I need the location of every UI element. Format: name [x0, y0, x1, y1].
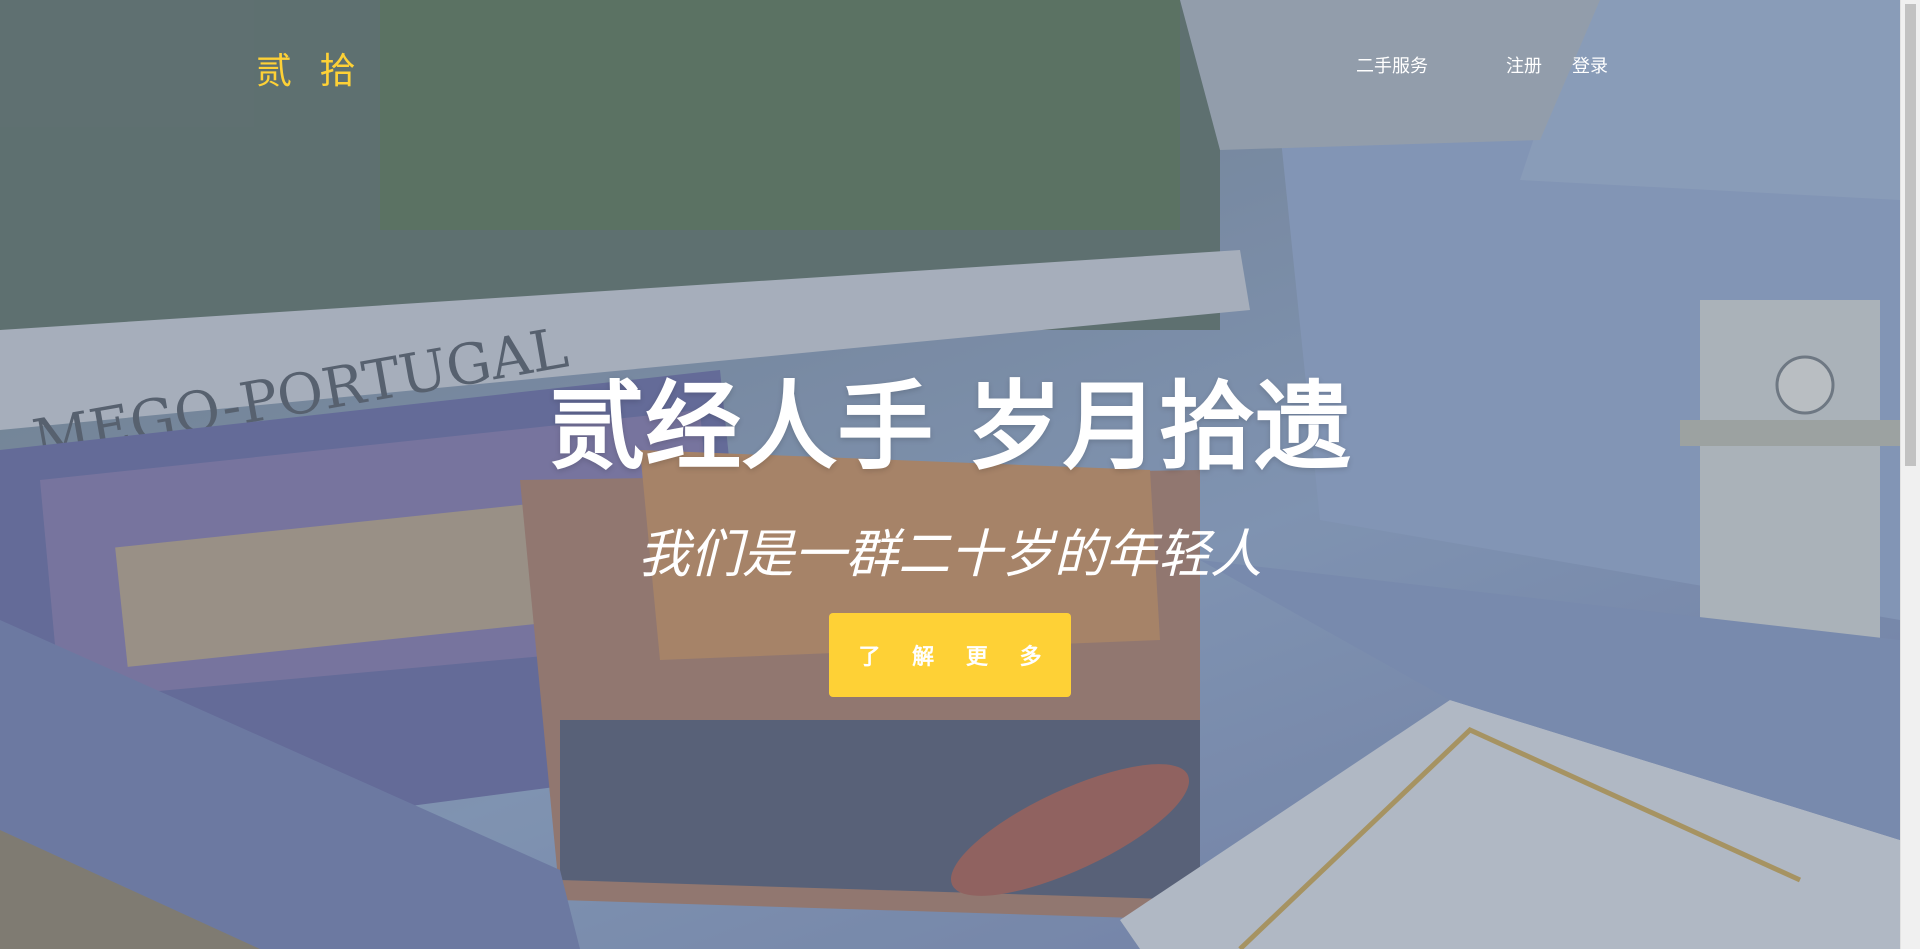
- hero-subheading: 我们是一群二十岁的年轻人: [637, 525, 1262, 585]
- learn-more-button[interactable]: 了 解 更 多: [829, 613, 1071, 697]
- page: MEGO-PORTUGAL 贰 拾 二手服务 注册 登录 贰经人手 岁月拾遗 我…: [0, 0, 1920, 949]
- scrollbar-thumb[interactable]: [1905, 4, 1916, 466]
- hero-section: 贰经人手 岁月拾遗 我们是一群二十岁的年轻人 了 解 更 多: [0, 0, 1900, 949]
- hero-heading: 贰经人手 岁月拾遗: [549, 371, 1351, 483]
- vertical-scrollbar[interactable]: [1900, 0, 1920, 949]
